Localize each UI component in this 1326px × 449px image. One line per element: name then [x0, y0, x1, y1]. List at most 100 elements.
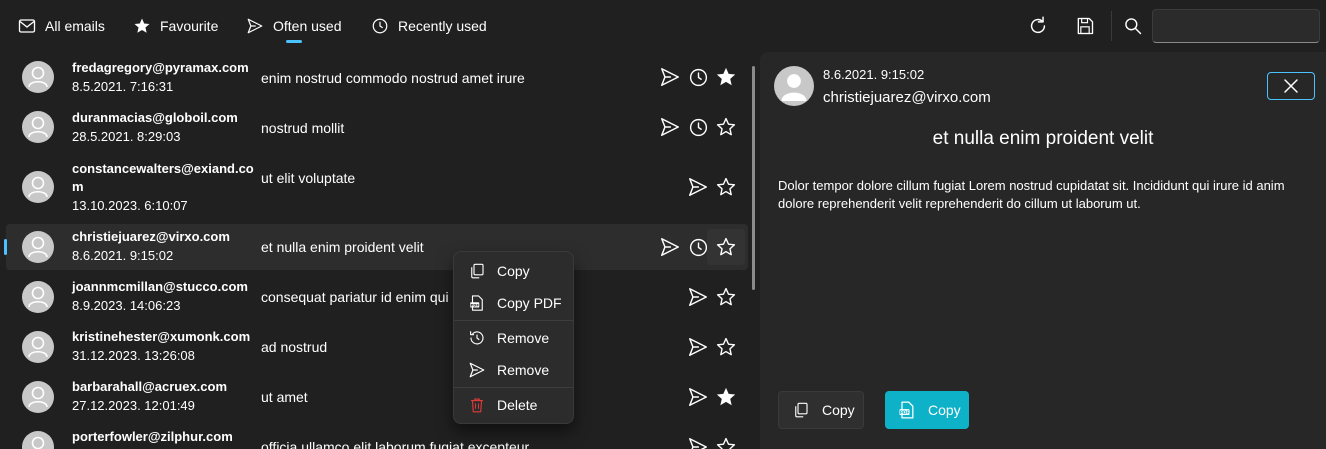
search-input[interactable] [1152, 9, 1320, 43]
avatar [22, 281, 54, 313]
list-scrollbar[interactable] [752, 66, 755, 290]
tab-often-used[interactable]: Often used [245, 8, 342, 44]
detail-subject: et nulla enim proident velit [932, 128, 1154, 149]
tab-label: Favourite [160, 18, 219, 34]
search-icon [1123, 16, 1143, 36]
email-date: 13.10.2023. 6:10:07 [72, 198, 188, 213]
send-button[interactable] [685, 334, 711, 360]
send-button[interactable] [685, 434, 711, 449]
mail-icon [17, 16, 37, 36]
search-button[interactable] [1116, 9, 1150, 43]
favourite-button[interactable] [713, 114, 739, 140]
star-outline-icon [716, 117, 736, 136]
email-row-selected[interactable]: christiejuarez@virxo.com 8.6.2021. 9:15:… [4, 224, 748, 270]
tab-recently-used[interactable]: Recently used [370, 8, 487, 44]
tab-label: All emails [45, 18, 105, 34]
recent-button[interactable] [685, 114, 711, 140]
email-date: 8.5.2021. 7:16:31 [72, 79, 174, 94]
avatar [22, 231, 54, 263]
copy-pdf-button[interactable]: PDF Copy [885, 391, 969, 429]
menu-item-label: Remove [497, 362, 550, 378]
email-address: joannmcmillan@stucco.com [72, 279, 248, 294]
pdf-icon: PDF [467, 293, 487, 313]
close-button[interactable] [1267, 72, 1315, 100]
favourite-button[interactable] [713, 384, 739, 410]
email-address: kristinehester@xumonk.com [72, 329, 251, 344]
email-subject: ad nostrud [261, 339, 328, 355]
menu-item-delete[interactable]: Delete [458, 390, 569, 420]
send-icon [661, 68, 679, 86]
tab-favourite[interactable]: Favourite [132, 8, 218, 44]
menu-separator [454, 320, 573, 321]
email-row[interactable]: barbarahall@acruex.com 27.12.2023. 12:01… [6, 374, 748, 420]
email-subject: nostrud mollit [261, 120, 345, 136]
email-list: fredagregory@pyramax.com 8.5.2021. 7:16:… [0, 52, 752, 449]
email-row[interactable]: duranmacias@globoil.com 28.5.2021. 8:29:… [6, 104, 748, 150]
copy-icon [467, 261, 487, 281]
menu-item-label: Delete [497, 397, 538, 413]
email-date: 8.9.2023. 14:06:23 [72, 298, 181, 313]
star-filled-icon [132, 16, 152, 36]
email-address: porterfowler@zilphur.com [72, 429, 233, 444]
favourite-button[interactable] [713, 334, 739, 360]
selection-indicator [4, 239, 7, 255]
email-row[interactable]: kristinehester@xumonk.com 31.12.2023. 13… [6, 324, 748, 370]
copy-pdf-button-label: Copy [928, 402, 961, 418]
send-button[interactable] [657, 234, 683, 260]
send-button[interactable] [685, 284, 711, 310]
top-toolbar: All emails Favourite Often used Recently… [0, 0, 1326, 52]
favourite-button[interactable] [707, 229, 745, 265]
clock-icon [689, 238, 707, 256]
email-address: barbarahall@acruex.com [72, 379, 228, 394]
star-filled-icon [716, 67, 736, 86]
menu-separator [454, 387, 573, 388]
email-detail-pane: 8.6.2021. 9:15:02 christiejuarez@virxo.c… [760, 52, 1326, 449]
favourite-button[interactable] [713, 174, 739, 200]
recent-button[interactable] [685, 64, 711, 90]
tab-label: Often used [273, 18, 342, 34]
favourite-button[interactable] [713, 434, 739, 449]
send-button[interactable] [657, 64, 683, 90]
menu-item-remove-often[interactable]: Remove [458, 355, 569, 385]
menu-item-remove-recent[interactable]: Remove [458, 323, 569, 353]
send-button[interactable] [685, 384, 711, 410]
email-date: 31.12.2023. 13:26:08 [72, 348, 195, 363]
menu-item-copy-pdf[interactable]: PDF Copy PDF [458, 288, 569, 318]
star-outline-icon [716, 287, 736, 306]
refresh-button[interactable] [1021, 9, 1055, 43]
send-icon [661, 238, 679, 256]
send-button[interactable] [657, 114, 683, 140]
avatar [22, 431, 54, 449]
send-icon [689, 388, 707, 406]
pdf-icon: PDF [897, 400, 917, 420]
email-subject: et nulla enim proident velit [261, 239, 424, 255]
trash-icon [467, 395, 487, 415]
email-address: christiejuarez@virxo.com [72, 229, 230, 244]
clock-icon [370, 16, 390, 36]
star-outline-icon [716, 337, 736, 356]
copy-icon [791, 400, 811, 420]
email-row[interactable]: joannmcmillan@stucco.com 8.9.2023. 14:06… [6, 274, 748, 320]
favourite-button[interactable] [713, 284, 739, 310]
send-icon [467, 360, 487, 380]
email-subject: enim nostrud commodo nostrud amet irure [261, 70, 525, 86]
avatar [22, 331, 54, 363]
history-icon [467, 328, 487, 348]
copy-button-label: Copy [822, 402, 855, 418]
menu-item-copy[interactable]: Copy [458, 256, 569, 286]
tab-label: Recently used [398, 18, 487, 34]
avatar [774, 66, 814, 106]
copy-button[interactable]: Copy [778, 391, 864, 429]
tab-all-emails[interactable]: All emails [17, 8, 105, 44]
email-address: constancewalters@exiand.com [72, 161, 254, 194]
favourite-button[interactable] [713, 64, 739, 90]
save-button[interactable] [1068, 9, 1102, 43]
email-address: fredagregory@pyramax.com [72, 60, 249, 75]
email-row[interactable]: fredagregory@pyramax.com 8.5.2021. 7:16:… [6, 54, 748, 100]
send-button[interactable] [685, 174, 711, 200]
close-icon [1283, 78, 1299, 94]
email-row[interactable]: porterfowler@zilphur.com officia ullamco… [6, 424, 748, 449]
star-outline-icon [716, 437, 736, 449]
email-row[interactable]: constancewalters@exiand.com 13.10.2023. … [6, 157, 748, 217]
send-icon [689, 438, 707, 449]
